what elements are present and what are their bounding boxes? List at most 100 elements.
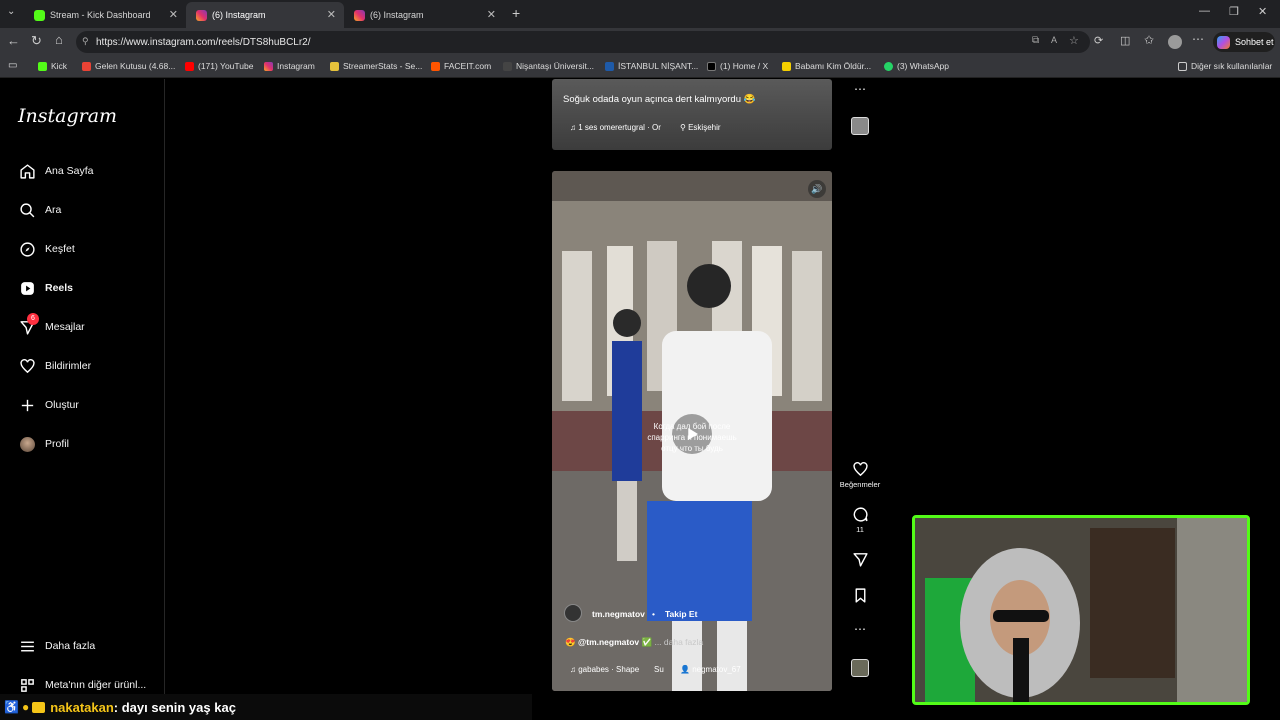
speaker-icon[interactable]: 🔊 bbox=[808, 180, 826, 198]
audio-thumbnail[interactable] bbox=[851, 117, 869, 135]
university-icon bbox=[503, 61, 512, 71]
avatar bbox=[18, 435, 36, 453]
reel-video-previous[interactable]: Soğuk odada oyun açınca dert kalmıyordu … bbox=[552, 79, 832, 150]
more-options-icon[interactable]: ⋯ bbox=[838, 82, 882, 96]
sidebar-item-messages[interactable]: 6 Mesajlar bbox=[18, 313, 85, 336]
bookmark-istanbul-nisantasi[interactable]: İSTANBUL NİŞANT... bbox=[605, 61, 698, 71]
reel-overlay-text-1: Когда дал бой после bbox=[653, 422, 731, 431]
reel-audio-main[interactable]: ♫ gababes · Shape bbox=[570, 665, 639, 674]
search-icon bbox=[18, 201, 36, 219]
bookmark-streamerstats[interactable]: StreamerStats - Se... bbox=[330, 61, 422, 71]
tab-title: Stream - Kick Dashboard bbox=[50, 10, 151, 20]
follow-button[interactable]: Takip Et bbox=[665, 609, 697, 619]
comment-button[interactable]: 11 bbox=[838, 506, 882, 534]
reading-list-icon[interactable]: ▭ bbox=[8, 60, 17, 71]
close-tab-icon[interactable]: ✕ bbox=[327, 8, 336, 21]
dot-separator: • bbox=[652, 609, 655, 619]
sidebar-item-home[interactable]: Ana Sayfa bbox=[18, 162, 93, 180]
bookmark-label: Kick bbox=[51, 61, 68, 71]
tab-instagram-active[interactable]: (6) Instagram ✕ bbox=[186, 2, 344, 28]
bookmark-faceit[interactable]: FACEIT.com bbox=[431, 61, 491, 71]
reel-video-main[interactable]: 🔊 Когда дал бой после спарринга и понима… bbox=[552, 171, 832, 691]
close-window-icon[interactable]: ✕ bbox=[1258, 5, 1267, 18]
bookmarks-bar: ▭ Kick Gelen Kutusu (4.68... (171) YouTu… bbox=[0, 56, 1280, 78]
sidebar-item-reels[interactable]: Reels bbox=[18, 279, 73, 297]
profile-avatar[interactable] bbox=[1168, 35, 1182, 49]
bookmark-label: Instagram bbox=[277, 61, 315, 71]
youtube-icon bbox=[185, 61, 194, 71]
see-more-link[interactable]: ... daha fazla bbox=[654, 637, 703, 647]
copilot-label: Sohbet et bbox=[1235, 37, 1274, 47]
minimize-icon[interactable]: — bbox=[1199, 5, 1210, 17]
bookmark-gmail[interactable]: Gelen Kutusu (4.68... bbox=[82, 61, 175, 71]
close-tab-icon[interactable]: ✕ bbox=[169, 8, 178, 21]
bookmark-kick[interactable]: Kick bbox=[38, 61, 67, 71]
favorite-star-icon[interactable]: ☆ bbox=[1069, 34, 1079, 47]
author-avatar[interactable] bbox=[564, 604, 582, 622]
webcam-frame bbox=[915, 518, 1247, 702]
tab-instagram-2[interactable]: (6) Instagram ✕ bbox=[344, 2, 504, 28]
share-button[interactable] bbox=[838, 551, 882, 570]
close-tab-icon[interactable]: ✕ bbox=[487, 8, 496, 21]
more-menu-icon[interactable]: ⋯ bbox=[1192, 32, 1204, 46]
open-in-app-icon[interactable]: ⧉ bbox=[1032, 35, 1039, 46]
back-arrow-icon[interactable]: ← bbox=[7, 33, 20, 48]
instagram-sidebar: Instagram Ana Sayfa Ara Keşfet Reels 6 M… bbox=[0, 79, 165, 720]
instagram-icon bbox=[264, 61, 273, 71]
sidebar-item-notifications[interactable]: Bildirimler bbox=[18, 357, 91, 375]
bookmark-x[interactable]: (1) Home / X bbox=[707, 61, 768, 71]
read-aloud-icon[interactable]: A bbox=[1051, 35, 1057, 45]
sidebar-item-explore[interactable]: Keşfet bbox=[18, 240, 75, 258]
bookmark-nisantasi[interactable]: Nişantaşı Üniversit... bbox=[503, 61, 594, 71]
compass-icon bbox=[18, 240, 36, 258]
bookmark-babami[interactable]: Babamı Kim Öldür... bbox=[782, 61, 871, 71]
new-tab-plus-icon[interactable]: + bbox=[512, 5, 520, 21]
bookmark-label: Diğer sık kullanılanlar bbox=[1191, 61, 1273, 71]
copilot-button[interactable]: Sohbet et bbox=[1213, 32, 1275, 52]
audio-thumbnail[interactable] bbox=[851, 659, 869, 677]
sidebar-item-profile[interactable]: Profil bbox=[18, 435, 69, 453]
reel-location[interactable]: ⚲ Eskişehir bbox=[680, 123, 721, 132]
address-bar[interactable]: ⚲ https://www.instagram.com/reels/DTS8hu… bbox=[76, 31, 1090, 53]
other-bookmarks-folder[interactable]: Diğer sık kullanılanlar bbox=[1178, 61, 1272, 71]
sidebar-item-more[interactable]: Daha fazla bbox=[18, 637, 95, 655]
author-username[interactable]: tm.negmatov bbox=[592, 609, 645, 619]
reload-icon[interactable]: ↻ bbox=[31, 33, 42, 49]
comments-count: 11 bbox=[856, 525, 864, 534]
whatsapp-icon bbox=[884, 61, 893, 71]
more-options-icon[interactable]: ⋯ bbox=[838, 622, 882, 636]
music-note-icon: ♫ bbox=[570, 665, 579, 674]
reel-audio[interactable]: ♫ 1 ses omerertugral · Or bbox=[570, 123, 661, 132]
save-button[interactable] bbox=[838, 587, 882, 606]
music-note-icon: ♫ bbox=[570, 123, 579, 132]
bookmark-instagram[interactable]: Instagram bbox=[264, 61, 315, 71]
reel-caption-main: 😍 @tm.negmatov ✅ ... daha fazla bbox=[565, 637, 703, 648]
favorites-icon[interactable]: ✩ bbox=[1144, 33, 1154, 47]
sidebar-item-label: Profil bbox=[45, 438, 69, 450]
tab-list-chevron-icon[interactable]: ⌄ bbox=[7, 6, 15, 17]
bookmark-whatsapp[interactable]: (3) WhatsApp bbox=[884, 61, 949, 71]
site-info-icon[interactable]: ⚲ bbox=[82, 36, 89, 47]
badge-icon: ● bbox=[21, 700, 30, 714]
bookmark-youtube[interactable]: (171) YouTube bbox=[185, 61, 253, 71]
sidebar-item-meta[interactable]: Meta'nın diğer ürünl... bbox=[18, 676, 146, 694]
instagram-logo[interactable]: Instagram bbox=[18, 105, 117, 127]
sidebar-item-create[interactable]: Oluştur bbox=[18, 396, 79, 414]
location-pin-icon: ⚲ bbox=[680, 123, 689, 132]
caption-mention[interactable]: @tm.negmatov bbox=[578, 637, 639, 647]
bookmark-label: Babamı Kim Öldür... bbox=[795, 61, 872, 71]
reel-caption: Soğuk odada oyun açınca dert kalmıyordu … bbox=[563, 94, 756, 105]
instagram-icon bbox=[354, 9, 365, 21]
university-icon bbox=[605, 61, 614, 71]
chart-icon bbox=[330, 61, 339, 71]
like-button[interactable]: Beğenmeler bbox=[838, 461, 882, 489]
split-screen-icon[interactable]: ◫ bbox=[1120, 34, 1130, 47]
maximize-icon[interactable]: ❐ bbox=[1229, 5, 1239, 18]
extensions-icon[interactable]: ⟳ bbox=[1094, 34, 1103, 47]
tab-kick-dashboard[interactable]: Stream - Kick Dashboard ✕ bbox=[24, 2, 186, 28]
tab-title: (6) Instagram bbox=[370, 10, 424, 20]
sidebar-item-search[interactable]: Ara bbox=[18, 201, 61, 219]
reel-tagged-user[interactable]: 👤 negmatov_67 bbox=[680, 665, 741, 674]
x-icon bbox=[707, 61, 716, 71]
home-icon[interactable]: ⌂ bbox=[55, 32, 63, 47]
